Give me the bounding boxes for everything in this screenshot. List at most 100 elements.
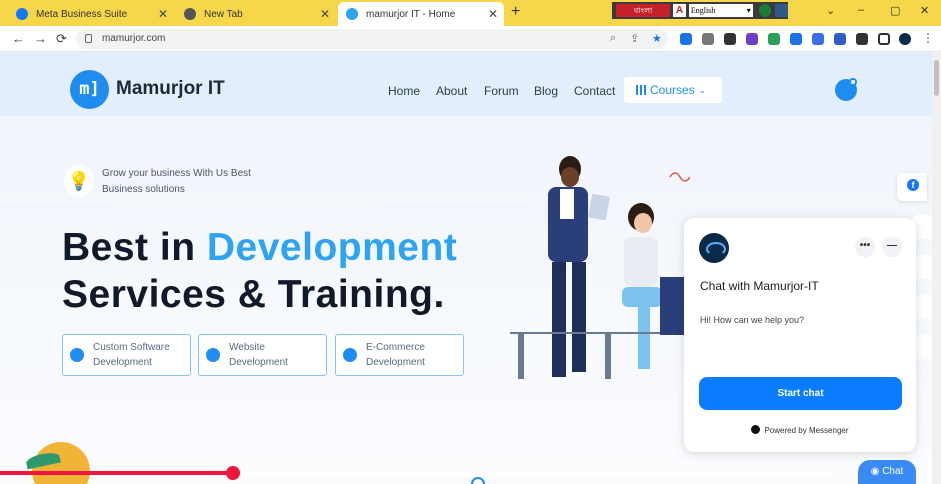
extension-icon[interactable] — [812, 33, 824, 45]
hero-accent: Development — [206, 226, 458, 269]
sidebar-icon[interactable] — [878, 33, 890, 45]
page-scrollbar[interactable] — [932, 52, 941, 484]
nav-about[interactable]: About — [436, 84, 467, 98]
nav-contact[interactable]: Contact — [574, 84, 615, 98]
chat-title: Chat with Mamurjor-IT — [700, 279, 819, 293]
tab-title: mamurjor IT - Home — [366, 8, 456, 20]
hero-word: Best in — [62, 226, 207, 269]
share-icon[interactable]: ⇪ — [630, 32, 639, 45]
language-toolbar: বাংলা A English — [612, 2, 788, 19]
url-bar[interactable]: mamurjor.com ⌕ ⇪ ★ — [76, 29, 668, 49]
lock-icon[interactable] — [85, 34, 92, 43]
lightbulb-icon: 💡 — [64, 165, 94, 197]
nav-blog[interactable]: Blog — [534, 84, 558, 98]
messenger-chat-card: ••• — Chat with Mamurjor-IT Hi! How can … — [684, 218, 916, 452]
service-line2: Development — [93, 357, 152, 368]
minimize-button[interactable]: – — [858, 4, 864, 16]
service-card-custom-software[interactable]: Custom Software Development — [62, 334, 191, 376]
close-icon[interactable]: ✕ — [320, 7, 330, 21]
meta-icon — [16, 8, 28, 20]
headset-icon — [343, 348, 357, 362]
tab-mamurjor-home[interactable]: mamurjor IT - Home ✕ — [338, 2, 504, 26]
tab-meta-business-suite[interactable]: Meta Business Suite ✕ — [8, 2, 174, 26]
star-icon[interactable]: ★ — [652, 32, 662, 45]
close-icon[interactable]: ✕ — [488, 7, 498, 21]
service-line2: Development — [366, 357, 425, 368]
service-line1: E-Commerce — [366, 342, 425, 353]
reload-button[interactable]: ⟳ — [56, 31, 67, 47]
back-button[interactable]: ← — [12, 31, 25, 46]
globe-icon[interactable] — [758, 4, 772, 17]
tab-new-tab[interactable]: New Tab ✕ — [176, 2, 336, 26]
close-window-button[interactable]: ✕ — [920, 4, 929, 17]
video-progress-knob[interactable] — [226, 466, 240, 480]
menu-icon[interactable]: ⋮ — [922, 32, 934, 45]
hero-title-line1: Best in Development — [62, 226, 457, 270]
mamurjor-logo-icon — [699, 233, 729, 263]
extension-icon[interactable] — [680, 33, 692, 45]
decorative-icon — [471, 477, 485, 484]
minimize-chat-button[interactable]: — — [882, 237, 902, 257]
gear-icon — [206, 348, 220, 362]
url-text[interactable]: mamurjor.com — [102, 33, 165, 44]
address-toolbar: ← → ⟳ mamurjor.com ⌕ ⇪ ★ ⋮ — [0, 26, 941, 52]
close-icon[interactable]: ✕ — [158, 7, 168, 21]
website-viewport: m] Mamurjor IT Home About Forum Blog Con… — [0, 52, 932, 484]
nav-forum[interactable]: Forum — [484, 84, 519, 98]
award-icon — [70, 348, 84, 362]
translate-a-icon[interactable]: A — [673, 4, 686, 17]
logo-text[interactable]: Mamurjor IT — [116, 78, 225, 100]
service-line1: Custom Software — [93, 342, 170, 353]
extension-icon[interactable] — [768, 33, 780, 45]
tab-title: New Tab — [204, 8, 243, 20]
chevron-down-icon[interactable]: ⌄ — [826, 4, 835, 17]
language-select[interactable]: English — [688, 4, 753, 17]
powered-text: Powered by Messenger — [764, 426, 849, 435]
extension-icon[interactable] — [834, 33, 846, 45]
tagline: Grow your business With Us Best Business… — [102, 166, 292, 198]
messenger-chat-button[interactable]: ◉ Chat — [858, 460, 916, 484]
powered-by: Powered by Messenger — [684, 425, 916, 435]
mamurjor-icon — [346, 8, 358, 20]
search-icon[interactable]: ⌕ — [610, 32, 616, 45]
facebook-icon[interactable] — [897, 173, 927, 201]
scrollbar-thumb[interactable] — [934, 60, 939, 96]
grid-icon — [636, 85, 646, 95]
tagline-line1: Grow your business With Us Best — [102, 168, 251, 179]
extension-icon[interactable] — [790, 33, 802, 45]
cart-badge — [849, 78, 857, 86]
tagline-line2: Business solutions — [102, 184, 185, 195]
chrome-icon — [184, 8, 196, 20]
bangla-label[interactable]: বাংলা — [616, 4, 671, 17]
tab-title: Meta Business Suite — [36, 8, 128, 20]
nav-home[interactable]: Home — [388, 84, 420, 98]
service-card-ecommerce[interactable]: E-Commerce Development — [335, 334, 464, 376]
messenger-icon — [751, 425, 761, 434]
logo-icon[interactable]: m] — [70, 70, 109, 109]
site-header: m] Mamurjor IT Home About Forum Blog Con… — [0, 52, 932, 116]
new-tab-button[interactable]: + — [511, 3, 520, 21]
courses-label: Courses — [650, 83, 695, 97]
camera-icon[interactable] — [702, 33, 714, 45]
service-line1: Website — [229, 342, 265, 353]
courses-dropdown[interactable]: Courses ⌄ — [624, 77, 722, 103]
maximize-button[interactable]: ▢ — [890, 4, 900, 17]
more-options-button[interactable]: ••• — [855, 237, 875, 257]
video-progress-fill — [0, 471, 233, 475]
chat-greeting: Hi! How can we help you? — [700, 315, 805, 325]
puzzle-icon[interactable] — [856, 33, 868, 45]
forward-button[interactable]: → — [34, 31, 47, 46]
messenger-icon: ◉ — [870, 466, 883, 477]
pen-icon[interactable] — [724, 33, 736, 45]
avatar[interactable] — [899, 33, 911, 45]
start-chat-button[interactable]: Start chat — [699, 377, 902, 410]
service-card-website[interactable]: Website Development — [198, 334, 327, 376]
help-icon[interactable] — [775, 4, 788, 17]
browser-tab-bar: Meta Business Suite ✕ New Tab ✕ mamurjor… — [0, 0, 941, 26]
extension-icon[interactable] — [746, 33, 758, 45]
chevron-down-icon: ⌄ — [698, 84, 707, 95]
team-illustration — [510, 156, 690, 379]
service-line2: Development — [229, 357, 288, 368]
chat-fab-label: Chat — [882, 466, 904, 477]
hero-title-line2: Services & Training. — [62, 273, 445, 316]
